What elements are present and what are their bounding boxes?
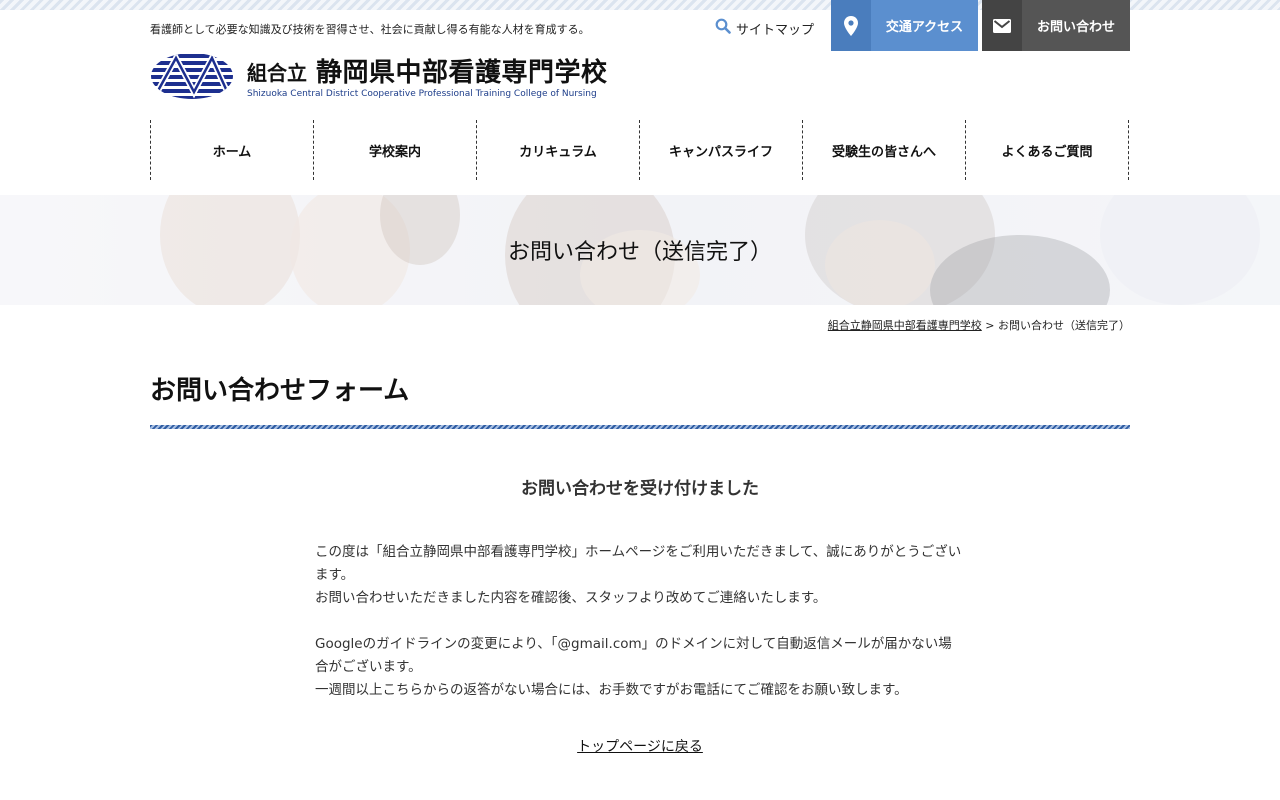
nav-item-curriculum[interactable]: カリキュラム — [476, 120, 639, 180]
breadcrumb: 組合立静岡県中部看護専門学校 > お問い合わせ（送信完了） — [828, 317, 1130, 333]
search-icon — [715, 18, 731, 38]
map-pin-icon — [831, 0, 871, 51]
page-hero-banner: お問い合わせ（送信完了） — [0, 195, 1280, 305]
global-navigation: ホーム 学校案内 カリキュラム キャンパスライフ 受験生の皆さんへ よくあるご質… — [150, 120, 1129, 180]
nav-item-about-school[interactable]: 学校案内 — [313, 120, 476, 180]
breadcrumb-home-link[interactable]: 組合立静岡県中部看護専門学校 — [828, 319, 982, 332]
site-logo[interactable]: 組合立 静岡県中部看護専門学校 Shizuoka Central Distric… — [150, 52, 635, 102]
follow-up-paragraph: お問い合わせいただきました内容を確認後、スタッフより改めてご連絡いたします。 — [315, 590, 827, 606]
nav-item-campus-life[interactable]: キャンパスライフ — [639, 120, 802, 180]
heading-divider — [150, 425, 1130, 429]
school-emblem-icon — [151, 53, 233, 99]
completion-title: お問い合わせを受け付けました — [521, 479, 759, 499]
envelope-icon — [982, 0, 1022, 51]
nav-item-home[interactable]: ホーム — [150, 120, 313, 180]
logo-prefix: 組合立 — [247, 61, 307, 85]
breadcrumb-separator: > — [985, 319, 995, 332]
nav-item-faq[interactable]: よくあるご質問 — [965, 120, 1128, 180]
section-heading: お問い合わせフォーム — [150, 376, 410, 406]
sitemap-label: サイトマップ — [736, 22, 815, 38]
completion-message: この度は「組合立静岡県中部看護専門学校」ホームページをご利用いただきまして、誠に… — [315, 541, 965, 702]
access-label: 交通アクセス — [885, 20, 964, 35]
site-tagline: 看護師として必要な知識及び技術を習得させ、社会に貢献し得る有能な人材を育成する。 — [150, 23, 590, 36]
sitemap-link[interactable]: サイトマップ — [715, 18, 814, 38]
access-button[interactable]: 交通アクセス — [831, 0, 978, 51]
logo-english-name: Shizuoka Central District Cooperative Pr… — [247, 89, 597, 99]
back-to-top-link[interactable]: トップページに戻る — [577, 739, 703, 755]
back-to-top-wrapper: トップページに戻る — [0, 736, 1280, 756]
phone-notice-paragraph: 一週間以上こちらからの返答がない場合には、お手数ですがお電話にてご確認をお願い致… — [315, 682, 908, 698]
logo-school-name: 静岡県中部看護専門学校 — [316, 58, 608, 88]
contact-button[interactable]: お問い合わせ — [982, 0, 1130, 51]
page-title: お問い合わせ（送信完了） — [507, 240, 772, 265]
nav-item-applicants[interactable]: 受験生の皆さんへ — [802, 120, 965, 180]
gmail-notice-paragraph: Googleのガイドラインの変更により、「@gmail.com」のドメインに対し… — [315, 636, 952, 675]
contact-label: お問い合わせ — [1036, 20, 1115, 35]
breadcrumb-current: お問い合わせ（送信完了） — [998, 319, 1130, 332]
thanks-paragraph: この度は「組合立静岡県中部看護専門学校」ホームページをご利用いただきまして、誠に… — [315, 544, 962, 583]
